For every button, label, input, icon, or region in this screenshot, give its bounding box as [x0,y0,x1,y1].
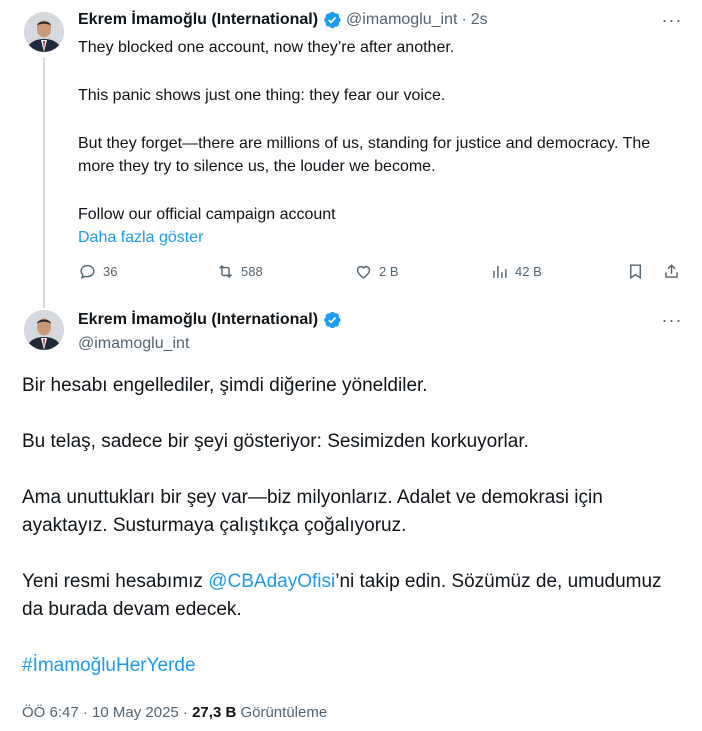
hashtag-link[interactable]: #İmamoğluHerYerde [22,652,682,680]
tweet-paragraph: This panic shows just one thing: they fe… [78,87,446,104]
timestamp[interactable]: ÖÖ 6:47 · 10 May 2025 · [22,704,192,721]
views-button[interactable]: 42 B [490,262,542,281]
repost-count: 588 [241,264,263,279]
handle[interactable]: @imamoglu_int [78,335,189,353]
action-bar: 36 588 2 B 42 B [78,262,682,282]
more-label: ··· [661,309,683,330]
reply-count: 36 [103,264,118,279]
tweet-text: They blocked one account, now they’re af… [78,36,678,249]
repost-icon [219,264,232,279]
timestamp[interactable]: 2s [471,11,488,29]
more-icon[interactable]: ··· [660,308,684,332]
tweet-meta: ÖÖ 6:47 · 10 May 2025 · 27,3 B Görüntüle… [22,704,327,721]
main-tweet: Ekrem İmamoğlu (International) @imamoglu… [0,300,702,731]
tweet-paragraph: But they forget—there are millions of us… [78,135,651,175]
more-icon[interactable]: ··· [660,8,684,32]
separator-dot: · [461,11,467,28]
bookmark-button[interactable] [626,262,645,286]
repost-button[interactable]: 588 [216,262,263,281]
show-more-link[interactable]: Daha fazla göster [78,226,678,249]
views-label: Görüntüleme [236,704,328,721]
reply-icon [80,264,95,280]
tweet-paragraph: Follow our official campaign account [78,206,336,223]
avatar[interactable] [24,310,64,350]
tweet-paragraph: Yeni resmi hesabımız @CBAdayOfisi’ni tak… [22,568,682,624]
author-row: Ekrem İmamoğlu (International) @imamoglu… [78,10,488,30]
handle[interactable]: @imamoglu_int [346,11,457,29]
verified-badge-icon [322,10,342,30]
like-button[interactable]: 2 B [354,262,399,281]
tweet-paragraph: Ama unuttukları bir şey var—biz milyonla… [22,487,603,536]
tweet-paragraph: Bir hesabı engellediler, şimdi diğerine … [22,375,428,396]
display-name[interactable]: Ekrem İmamoğlu (International) [78,11,318,29]
bookmark-icon [630,264,641,280]
avatar[interactable] [24,12,64,52]
mention-link[interactable]: @CBAdayOfisi [208,571,335,592]
tweet-paragraph: Bu telaş, sadece bir şeyi gösteriyor: Se… [22,431,529,452]
handle-row: @imamoglu_int [78,335,189,353]
verified-badge-icon [322,310,342,330]
share-icon [665,264,678,278]
tweet-paragraph: They blocked one account, now they’re af… [78,39,455,56]
tweet-text: Bir hesabı engellediler, şimdi diğerine … [22,372,682,680]
reply-tweet[interactable]: Ekrem İmamoğlu (International) @imamoglu… [0,0,702,292]
views-icon [493,265,507,278]
like-icon [356,265,371,279]
display-name[interactable]: Ekrem İmamoğlu (International) [78,311,318,329]
text-fragment: Yeni resmi hesabımız [22,571,209,592]
reply-button[interactable]: 36 [78,262,117,281]
like-count: 2 B [379,264,399,279]
share-button[interactable] [662,262,681,286]
more-label: ··· [661,9,683,30]
author-name-row: Ekrem İmamoğlu (International) [78,310,342,330]
views-count: 27,3 B [192,704,237,721]
views-count: 42 B [515,264,542,279]
